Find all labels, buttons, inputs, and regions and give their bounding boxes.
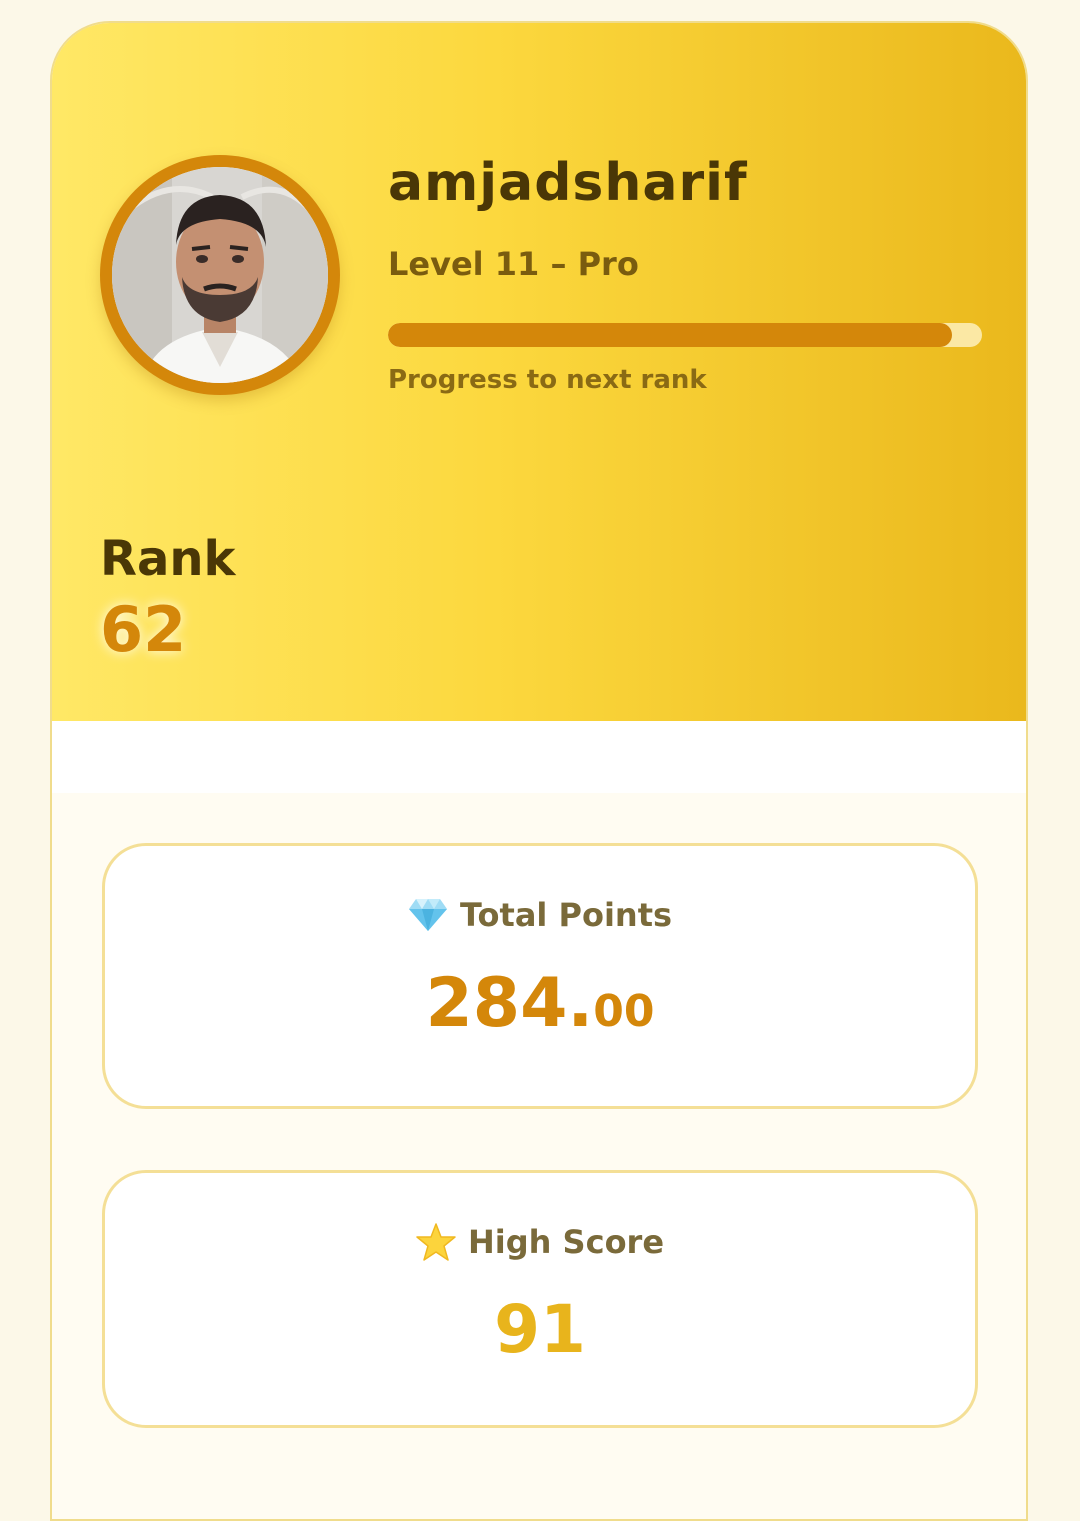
rank-progress-fill <box>388 323 953 347</box>
star-icon <box>416 1223 456 1261</box>
avatar-photo <box>112 167 328 383</box>
total-points-card[interactable]: Total Points 284.00 <box>102 843 978 1109</box>
avatar[interactable] <box>100 155 340 395</box>
high-score-value: 91 <box>494 1291 586 1368</box>
diamond-icon <box>408 897 448 933</box>
high-score-card[interactable]: High Score 91 <box>102 1170 978 1428</box>
rank-progress-bar <box>388 323 982 347</box>
level-text: Level 11 – Pro <box>388 245 639 283</box>
high-score-title: High Score <box>105 1223 975 1261</box>
profile-header: amjadsharif Level 11 – Pro Progress to n… <box>52 23 1026 721</box>
profile-card: amjadsharif Level 11 – Pro Progress to n… <box>50 21 1028 1521</box>
total-points-title: Total Points <box>105 896 975 934</box>
header-divider <box>52 721 1026 793</box>
total-points-label: Total Points <box>459 896 673 934</box>
progress-caption: Progress to next rank <box>388 365 707 395</box>
username: amjadsharif <box>388 153 748 213</box>
total-points-value: 284.00 <box>105 964 975 1043</box>
rank-label: Rank <box>100 531 236 587</box>
rank-value: 62 <box>100 593 187 666</box>
high-score-label: High Score <box>467 1223 665 1261</box>
total-points-main: 284. <box>425 964 594 1043</box>
total-points-decimals: 00 <box>593 986 655 1037</box>
